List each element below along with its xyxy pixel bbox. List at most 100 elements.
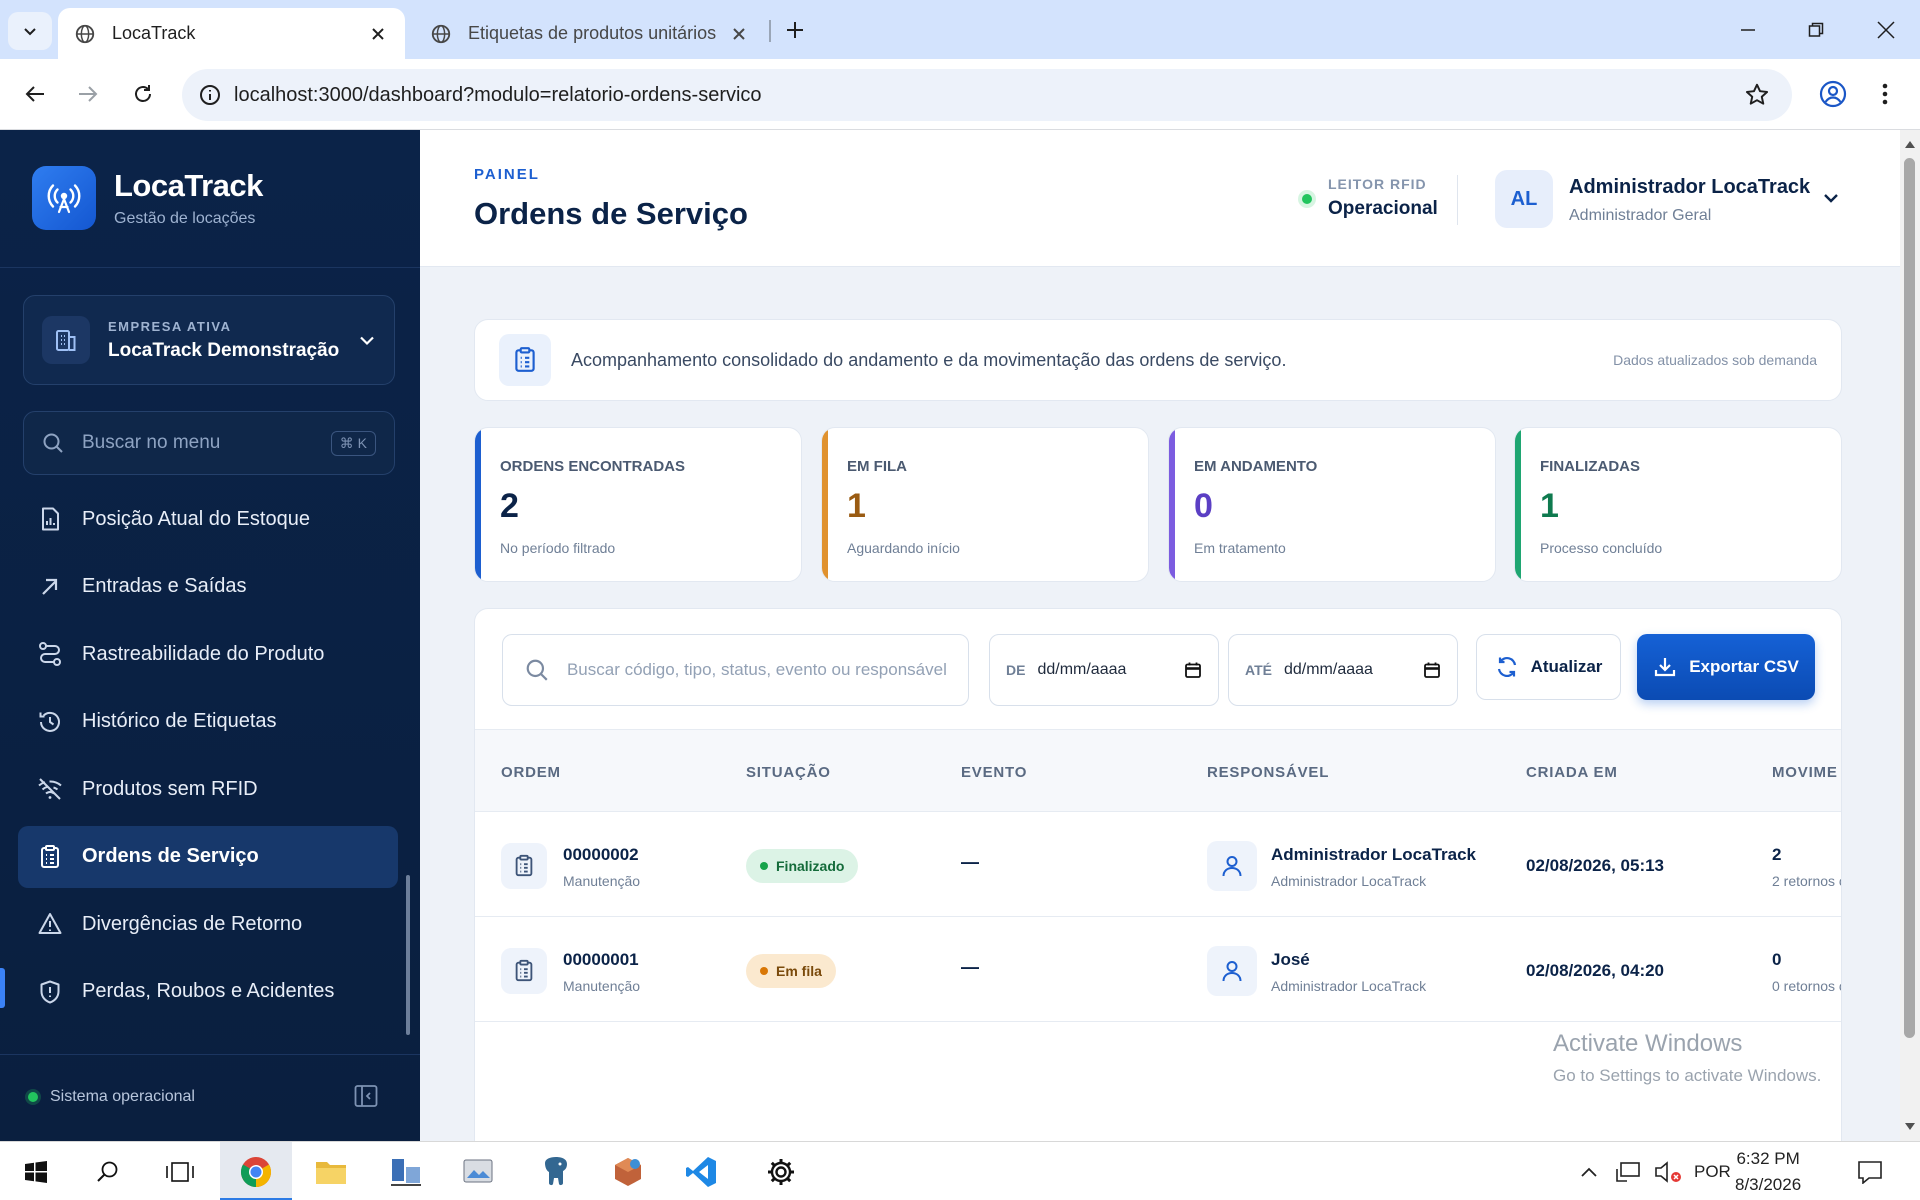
calendar-icon[interactable] xyxy=(1423,661,1441,679)
input-language[interactable]: POR xyxy=(1694,1162,1731,1182)
stat-value: 2 xyxy=(500,487,519,525)
order-code[interactable]: 00000001 xyxy=(563,950,639,970)
browser-tab[interactable]: Etiquetas de produtos unitários xyxy=(414,8,766,59)
column-header[interactable]: EVENTO xyxy=(961,764,1027,781)
network-icon[interactable] xyxy=(1616,1161,1642,1183)
history-icon xyxy=(36,708,64,736)
sidebar-scrollbar[interactable] xyxy=(406,875,410,1035)
column-header[interactable]: CRIADA EM xyxy=(1526,764,1618,781)
sidebar-item-posicao-estoque[interactable]: Posição Atual do Estoque xyxy=(18,488,398,550)
sidebar-item-label: Posição Atual do Estoque xyxy=(82,507,310,530)
sidebar-item-rastreabilidade[interactable]: Rastreabilidade do Produto xyxy=(18,623,398,685)
menu-search-input[interactable]: Buscar no menu ⌘ K xyxy=(23,411,395,475)
bookmark-star-icon[interactable] xyxy=(1744,82,1770,108)
system-status: Sistema operacional xyxy=(28,1088,195,1106)
windows-logo-icon xyxy=(25,1160,47,1183)
search-icon xyxy=(43,433,63,453)
stat-caption: Aguardando início xyxy=(847,540,960,556)
sidebar-item-perdas-roubos[interactable]: Perdas, Roubos e Acidentes xyxy=(18,961,398,1023)
pgadmin-taskbar-app[interactable] xyxy=(520,1142,592,1200)
image-viewer-icon xyxy=(463,1159,493,1182)
scroll-down-icon[interactable] xyxy=(1905,1123,1915,1131)
rfid-label: LEITOR RFID xyxy=(1328,176,1427,192)
date-to-value: dd/mm/aaaa xyxy=(1283,661,1373,678)
browser-tab-active[interactable]: LocaTrack xyxy=(58,8,405,59)
scroll-up-icon[interactable] xyxy=(1905,140,1915,148)
calendar-icon[interactable] xyxy=(1184,661,1202,679)
chrome-taskbar-app[interactable] xyxy=(220,1142,292,1200)
arrow-up-right-icon xyxy=(36,573,64,601)
scroll-thumb[interactable] xyxy=(1904,158,1915,1038)
orders-search-input[interactable]: Buscar código, tipo, status, evento ou r… xyxy=(502,634,969,706)
back-button[interactable] xyxy=(17,76,53,112)
volume-muted-icon[interactable] xyxy=(1654,1160,1682,1184)
collapse-sidebar-icon[interactable] xyxy=(353,1083,379,1109)
account-circle-icon xyxy=(1819,80,1847,108)
chrome-icon xyxy=(240,1156,272,1187)
column-header[interactable]: SITUAÇÃO xyxy=(746,764,831,781)
shield-alert-icon xyxy=(36,978,64,1006)
file-explorer-taskbar-app[interactable] xyxy=(295,1142,367,1200)
new-tab-button[interactable] xyxy=(779,14,811,46)
gear-icon xyxy=(768,1158,794,1185)
network-app-taskbar-app[interactable] xyxy=(370,1142,442,1200)
refresh-button[interactable]: Atualizar xyxy=(1476,634,1621,700)
arrow-left-icon xyxy=(25,86,44,102)
user-icon xyxy=(1207,946,1257,996)
tab-title: LocaTrack xyxy=(112,23,196,43)
column-header[interactable]: MOVIME xyxy=(1772,764,1838,781)
page-scrollbar[interactable] xyxy=(1900,130,1920,1141)
brand[interactable]: LocaTrack Gestão de locações xyxy=(32,166,263,230)
company-selector[interactable]: EMPRESA ATIVA LocaTrack Demonstração xyxy=(23,295,395,385)
column-header[interactable]: RESPONSÁVEL xyxy=(1207,764,1329,781)
minimize-button[interactable] xyxy=(1728,12,1768,48)
sidebar-item-entradas-saidas[interactable]: Entradas e Saídas xyxy=(18,556,398,618)
export-csv-button[interactable]: Exportar CSV xyxy=(1637,634,1815,700)
chevron-up-icon[interactable] xyxy=(1580,1165,1598,1179)
site-info-icon[interactable] xyxy=(198,83,222,107)
notifications-button[interactable] xyxy=(1857,1142,1883,1200)
order-code[interactable]: 00000002 xyxy=(563,845,639,865)
task-view-button[interactable] xyxy=(144,1142,216,1200)
browser-toolbar: localhost:3000/dashboard?modulo=relatori… xyxy=(0,59,1920,130)
browser-menu-button[interactable] xyxy=(1870,76,1900,112)
taskbar-clock[interactable]: 6:32 PM 8/3/2026 xyxy=(1735,1146,1801,1198)
profile-button[interactable] xyxy=(1815,76,1851,112)
forward-button[interactable] xyxy=(70,76,106,112)
search-taskbar-button[interactable] xyxy=(72,1142,144,1200)
column-header[interactable]: ORDEM xyxy=(501,764,561,781)
virtualbox-taskbar-app[interactable] xyxy=(592,1142,664,1200)
sidebar-item-produtos-sem-rfid[interactable]: Produtos sem RFID xyxy=(18,758,398,820)
date-to-field[interactable]: ATÉ dd/mm/aaaa xyxy=(1228,634,1458,706)
start-button[interactable] xyxy=(0,1142,72,1200)
activate-windows-watermark: Activate Windows Go to Settings to activ… xyxy=(1553,1030,1821,1086)
user-role: Administrador Geral xyxy=(1569,207,1712,224)
sidebar-item-ordens-servico[interactable]: Ordens de Serviço xyxy=(18,825,398,888)
close-tab-icon[interactable] xyxy=(367,23,389,45)
image-app-taskbar-app[interactable] xyxy=(443,1142,515,1200)
movements-count: 2 xyxy=(1772,845,1782,864)
user-name[interactable]: Administrador LocaTrack xyxy=(1569,176,1810,199)
restore-button[interactable] xyxy=(1796,12,1836,48)
vscode-taskbar-app[interactable] xyxy=(665,1142,737,1200)
download-icon xyxy=(1655,658,1676,677)
reload-icon xyxy=(135,85,151,102)
sidebar-item-divergencias-retorno[interactable]: Divergências de Retorno xyxy=(18,893,398,955)
reload-button[interactable] xyxy=(125,76,161,112)
sidebar-item-historico-etiquetas[interactable]: Histórico de Etiquetas xyxy=(18,691,398,753)
stat-label: FINALIZADAS xyxy=(1540,458,1640,475)
close-tab-icon[interactable] xyxy=(728,23,750,45)
close-window-button[interactable] xyxy=(1866,12,1906,48)
date-from-field[interactable]: DE dd/mm/aaaa xyxy=(989,634,1219,706)
user-icon xyxy=(1207,841,1257,891)
table-row[interactable]: 00000002 Manutenção Finalizado — Adminis… xyxy=(475,812,1841,917)
divider xyxy=(0,267,420,268)
status-dot xyxy=(760,967,768,975)
address-bar[interactable]: localhost:3000/dashboard?modulo=relatori… xyxy=(182,69,1792,121)
tab-search-button[interactable] xyxy=(8,12,52,50)
table-row[interactable]: 00000001 Manutenção Em fila — José Admin… xyxy=(475,917,1841,1022)
avatar[interactable]: AL xyxy=(1495,170,1553,228)
chevron-down-icon[interactable] xyxy=(1820,187,1842,209)
settings-taskbar-app[interactable] xyxy=(745,1142,817,1200)
responsible-role: Administrador LocaTrack xyxy=(1271,978,1427,994)
